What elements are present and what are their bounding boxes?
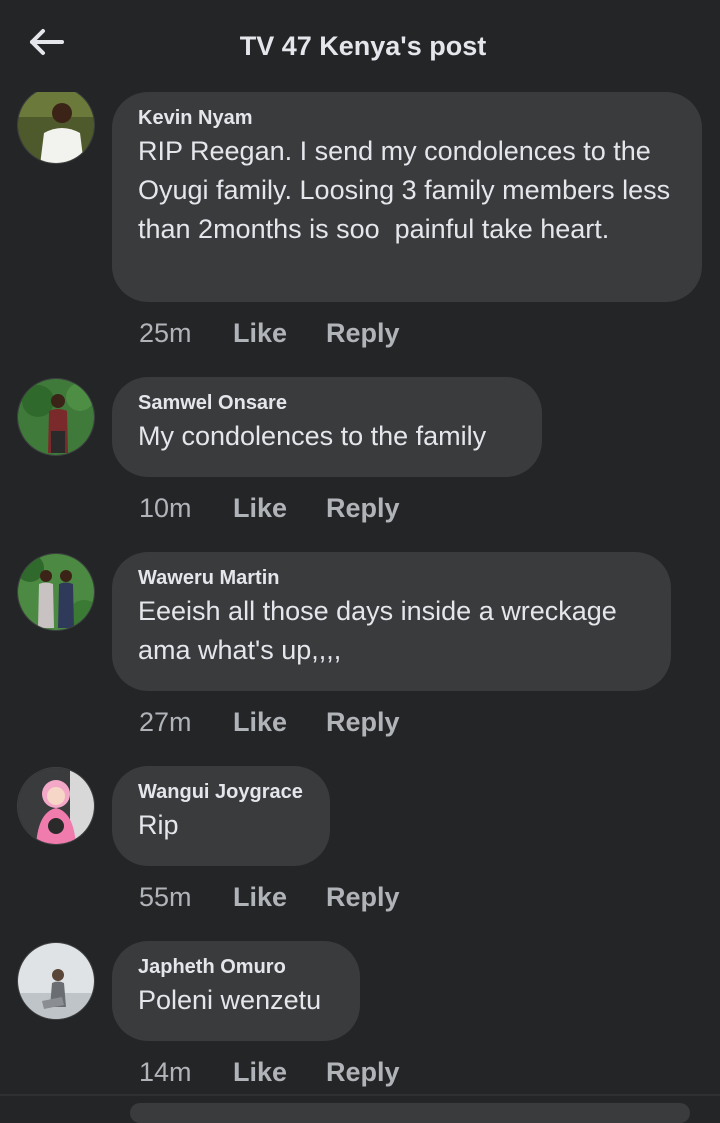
comment-author[interactable]: Wangui Joygrace	[138, 779, 304, 805]
avatar[interactable]	[17, 86, 95, 164]
comment-author[interactable]: Samwel Onsare	[138, 390, 516, 416]
comment-bubble-partial	[130, 1103, 690, 1123]
page-title: TV 47 Kenya's post	[239, 31, 487, 61]
comment-timestamp[interactable]: 25m	[139, 317, 233, 349]
avatar[interactable]	[17, 378, 95, 456]
comment-actions: 55m Like Reply	[139, 881, 400, 913]
like-button[interactable]: Like	[233, 706, 326, 738]
comment-text: RIP Reegan. I send my condolences to the…	[138, 136, 678, 244]
reply-button[interactable]: Reply	[326, 706, 400, 738]
comment-text: Poleni wenzetu	[138, 985, 322, 1015]
reply-button[interactable]: Reply	[326, 317, 400, 349]
top-bar: TV 47 Kenya's post	[0, 0, 720, 92]
comment-actions: 25m Like Reply	[139, 317, 400, 349]
reply-button[interactable]: Reply	[326, 1056, 400, 1088]
comment-bubble: Japheth Omuro Poleni wenzetu	[112, 941, 360, 1041]
comment-author[interactable]: Japheth Omuro	[138, 954, 334, 980]
comment-bubble: Waweru Martin Eeeish all those days insi…	[112, 552, 671, 691]
avatar[interactable]	[17, 553, 95, 631]
comment-author[interactable]: Waweru Martin	[138, 565, 645, 591]
comment-text: Eeeish all those days inside a wreckage …	[138, 596, 625, 665]
like-button[interactable]: Like	[233, 881, 326, 913]
comment-text: Rip	[138, 810, 179, 840]
comment-timestamp[interactable]: 27m	[139, 706, 233, 738]
like-button[interactable]: Like	[233, 1056, 326, 1088]
comment-timestamp[interactable]: 14m	[139, 1056, 233, 1088]
like-button[interactable]: Like	[233, 317, 326, 349]
comment-actions: 14m Like Reply	[139, 1056, 400, 1088]
comment-text: My condolences to the family	[138, 421, 487, 451]
comment-bubble: Wangui Joygrace Rip	[112, 766, 330, 866]
comment-author[interactable]: Kevin Nyam	[138, 105, 676, 131]
comment-actions: 27m Like Reply	[139, 706, 400, 738]
reply-button[interactable]: Reply	[326, 881, 400, 913]
comment-timestamp[interactable]: 10m	[139, 492, 233, 524]
like-button[interactable]: Like	[233, 492, 326, 524]
comment-actions: 10m Like Reply	[139, 492, 400, 524]
comment-timestamp[interactable]: 55m	[139, 881, 233, 913]
avatar[interactable]	[17, 942, 95, 1020]
comment-list: Kevin Nyam RIP Reegan. I send my condole…	[0, 0, 720, 1123]
comment-bubble: Samwel Onsare My condolences to the fami…	[112, 377, 542, 477]
avatar[interactable]	[17, 767, 95, 845]
divider	[0, 1094, 720, 1096]
comment-bubble: Kevin Nyam RIP Reegan. I send my condole…	[112, 92, 702, 302]
reply-button[interactable]: Reply	[326, 492, 400, 524]
